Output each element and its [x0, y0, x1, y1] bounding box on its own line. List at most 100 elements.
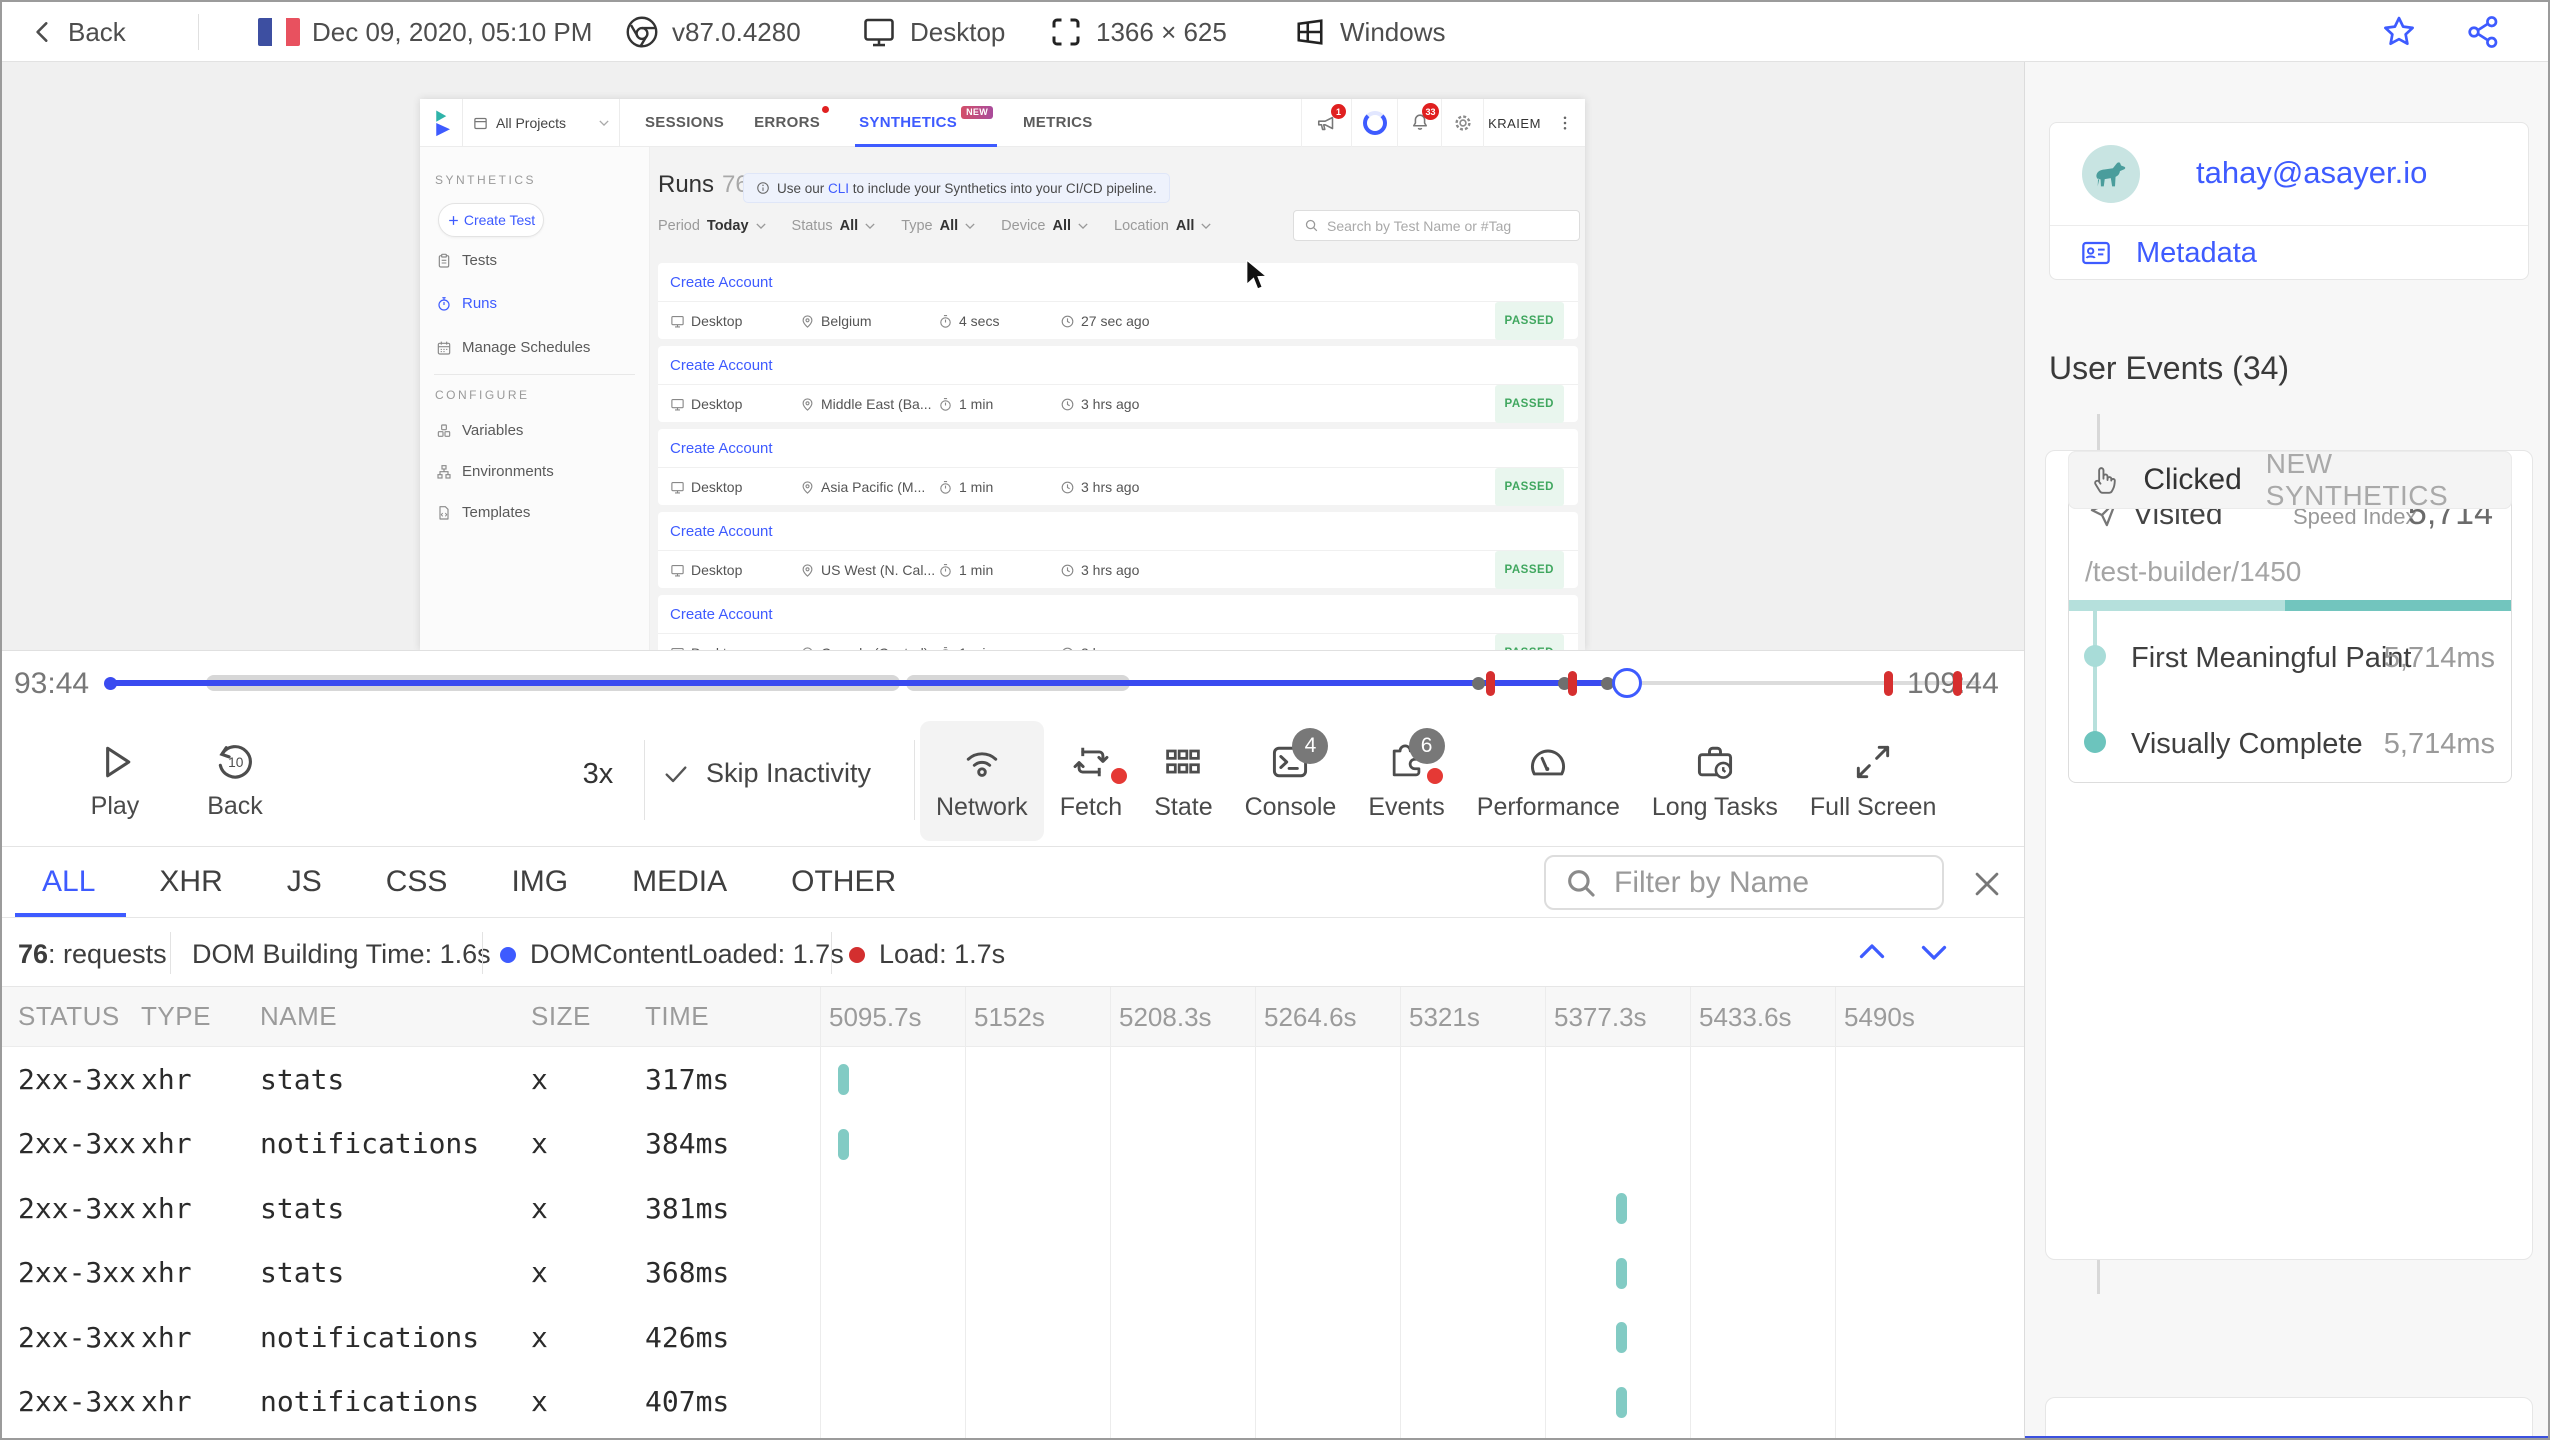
test-search-box[interactable] — [1293, 210, 1580, 241]
column-type[interactable]: TYPE — [141, 1001, 260, 1032]
request-name: stats — [260, 1191, 345, 1225]
network-filter-input[interactable] — [1614, 865, 1914, 900]
network-tab[interactable]: IMG — [511, 847, 568, 917]
panel-toggle-button[interactable]: Network — [920, 720, 1044, 841]
skip-inactivity-toggle[interactable]: Skip Inactivity — [662, 758, 871, 789]
network-tab[interactable]: MEDIA — [632, 847, 727, 917]
more-menu-button[interactable] — [1545, 99, 1585, 147]
error-dot — [822, 106, 830, 113]
metadata-button[interactable]: Metadata — [2050, 226, 2528, 280]
play-button[interactable]: Play — [65, 724, 165, 836]
visited-url: /test-builder/1450 — [2085, 556, 2302, 587]
panel-toggle-button[interactable]: Full Screen — [1794, 721, 1952, 841]
event-marker[interactable] — [1472, 677, 1485, 690]
request-time: 426ms — [645, 1320, 730, 1354]
loading-indicator — [1351, 99, 1397, 147]
jump-up-button[interactable] — [1854, 934, 1890, 970]
run-card[interactable]: Create Account Desktop Belgium 4 secs 27… — [658, 263, 1578, 340]
performance-gauge-icon — [1531, 749, 1566, 775]
run-name-link[interactable]: Create Account — [670, 595, 773, 633]
back-10-button[interactable]: 10 Back — [185, 724, 285, 836]
network-request-row[interactable]: 2xx-3xx xhr notifications x 407ms — [2, 1370, 2024, 1435]
event-marker[interactable] — [1884, 671, 1893, 696]
filter-dropdown[interactable]: Period Today — [658, 218, 766, 234]
project-selector[interactable]: All Projects — [462, 99, 620, 147]
user-menu[interactable]: KRAIEM — [1483, 99, 1545, 147]
event-marker[interactable] — [1953, 671, 1962, 696]
network-filter-box[interactable] — [1544, 855, 1944, 910]
network-tab[interactable]: ALL — [14, 847, 128, 917]
panel-toggle-button[interactable]: Performance — [1461, 721, 1636, 841]
request-status: 2xx-3xx — [18, 1385, 137, 1419]
replay-app-tab[interactable]: ERRORS — [754, 99, 830, 147]
column-status[interactable]: STATUS — [2, 1001, 141, 1032]
network-request-row[interactable]: 2xx-3xx xhr stats x 381ms — [2, 1176, 2024, 1241]
timeline-track[interactable] — [2, 651, 2024, 714]
sidebar-item-variables[interactable]: Variables — [436, 422, 523, 439]
event-marker[interactable] — [1486, 671, 1495, 696]
filter-dropdown[interactable]: Location All — [1114, 218, 1212, 234]
test-search-input[interactable] — [1327, 217, 1557, 234]
sidebar-item-manage-schedules[interactable]: Manage Schedules — [436, 339, 590, 356]
visited-event-card[interactable]: Visited Speed Index 5,714 /test-builder/… — [2068, 473, 2512, 783]
sidebar-item-environments[interactable]: Environments — [436, 463, 554, 480]
run-card[interactable]: Create Account Desktop Asia Pacific (M..… — [658, 429, 1578, 506]
network-request-row[interactable]: 2xx-3xx xhr stats x 317ms — [2, 1047, 2024, 1112]
run-name-link[interactable]: Create Account — [670, 346, 773, 384]
session-info-sidebar: tahay@asayer.io Metadata User Events (34… — [2024, 62, 2548, 1438]
column-size[interactable]: SIZE — [531, 1001, 645, 1032]
network-request-row[interactable]: 2xx-3xx xhr notifications x 384ms — [2, 1112, 2024, 1177]
run-name-link[interactable]: Create Account — [670, 263, 773, 301]
replay-app-tab[interactable]: SESSIONS — [645, 99, 724, 147]
sidebar-item-tests[interactable]: Tests — [436, 252, 497, 269]
network-request-row[interactable]: 2xx-3xx xhr notifications x 426ms — [2, 1305, 2024, 1370]
request-time: 368ms — [645, 1256, 730, 1290]
request-size: x — [531, 1320, 548, 1354]
run-card[interactable]: Create Account Desktop Canada (Central) … — [658, 595, 1578, 650]
jump-down-button[interactable] — [1916, 934, 1952, 970]
close-icon[interactable] — [1970, 867, 2004, 901]
favorite-button[interactable] — [2380, 2, 2418, 62]
run-name-link[interactable]: Create Account — [670, 429, 773, 467]
network-request-row[interactable]: 2xx-3xx xhr stats x 368ms — [2, 1241, 2024, 1306]
replay-app-tab[interactable]: SYNTHETICSNEW — [855, 99, 997, 147]
panel-toggle-button[interactable]: 4 Console — [1229, 721, 1353, 841]
chevron-left-icon — [36, 22, 48, 42]
speed-button[interactable]: 3x — [558, 758, 638, 791]
sidebar-item-runs[interactable]: Runs — [436, 295, 497, 312]
share-button[interactable] — [2464, 2, 2502, 62]
filter-dropdown[interactable]: Type All — [901, 218, 975, 234]
filter-dropdown[interactable]: Status All — [792, 218, 876, 234]
create-test-button[interactable]: Create Test — [438, 203, 544, 237]
event-marker[interactable] — [1568, 671, 1577, 696]
network-tab[interactable]: JS — [287, 847, 322, 917]
skip-inactivity-label: Skip Inactivity — [706, 758, 872, 788]
replay-app-tab[interactable]: METRICS — [1023, 99, 1093, 147]
user-events-title: User Events (34) — [2049, 350, 2290, 386]
user-email-link[interactable]: tahay@asayer.io — [2196, 155, 2427, 191]
announcements-button[interactable]: 1 — [1301, 99, 1351, 147]
filter-dropdown[interactable]: Device All — [1001, 218, 1088, 234]
panel-toggle-button[interactable]: State — [1138, 721, 1228, 841]
notifications-button[interactable]: 33 — [1397, 99, 1441, 147]
run-card[interactable]: Create Account Desktop US West (N. Cal..… — [658, 512, 1578, 589]
run-card[interactable]: Create Account Desktop Middle East (Ba..… — [658, 346, 1578, 423]
network-tab[interactable]: CSS — [386, 847, 448, 917]
sidebar-item-templates[interactable]: Templates — [436, 504, 530, 521]
cli-link[interactable]: CLI — [828, 181, 849, 196]
column-time[interactable]: TIME — [645, 1001, 804, 1032]
network-tab[interactable]: OTHER — [791, 847, 896, 917]
network-tab[interactable]: XHR — [159, 847, 222, 917]
request-name: notifications — [260, 1320, 480, 1354]
panel-toggle-button[interactable]: Fetch — [1044, 721, 1139, 841]
playhead-handle[interactable] — [1612, 668, 1642, 698]
back-button[interactable]: Back — [30, 2, 126, 62]
playback-timeline: 93:44 109:44 — [2, 650, 2024, 714]
settings-button[interactable] — [1441, 99, 1483, 147]
replay-app-navbar: All Projects SESSIONS ERRORS SYNTHETICSN… — [420, 99, 1585, 147]
panel-toggle-button[interactable]: Long Tasks — [1636, 721, 1794, 841]
run-name-link[interactable]: Create Account — [670, 512, 773, 550]
user-event-item[interactable]: Clicked NEW SYNTHETICS — [2068, 448, 2512, 511]
panel-toggle-button[interactable]: 6 Events — [1352, 721, 1460, 841]
column-name[interactable]: NAME — [260, 1001, 531, 1032]
